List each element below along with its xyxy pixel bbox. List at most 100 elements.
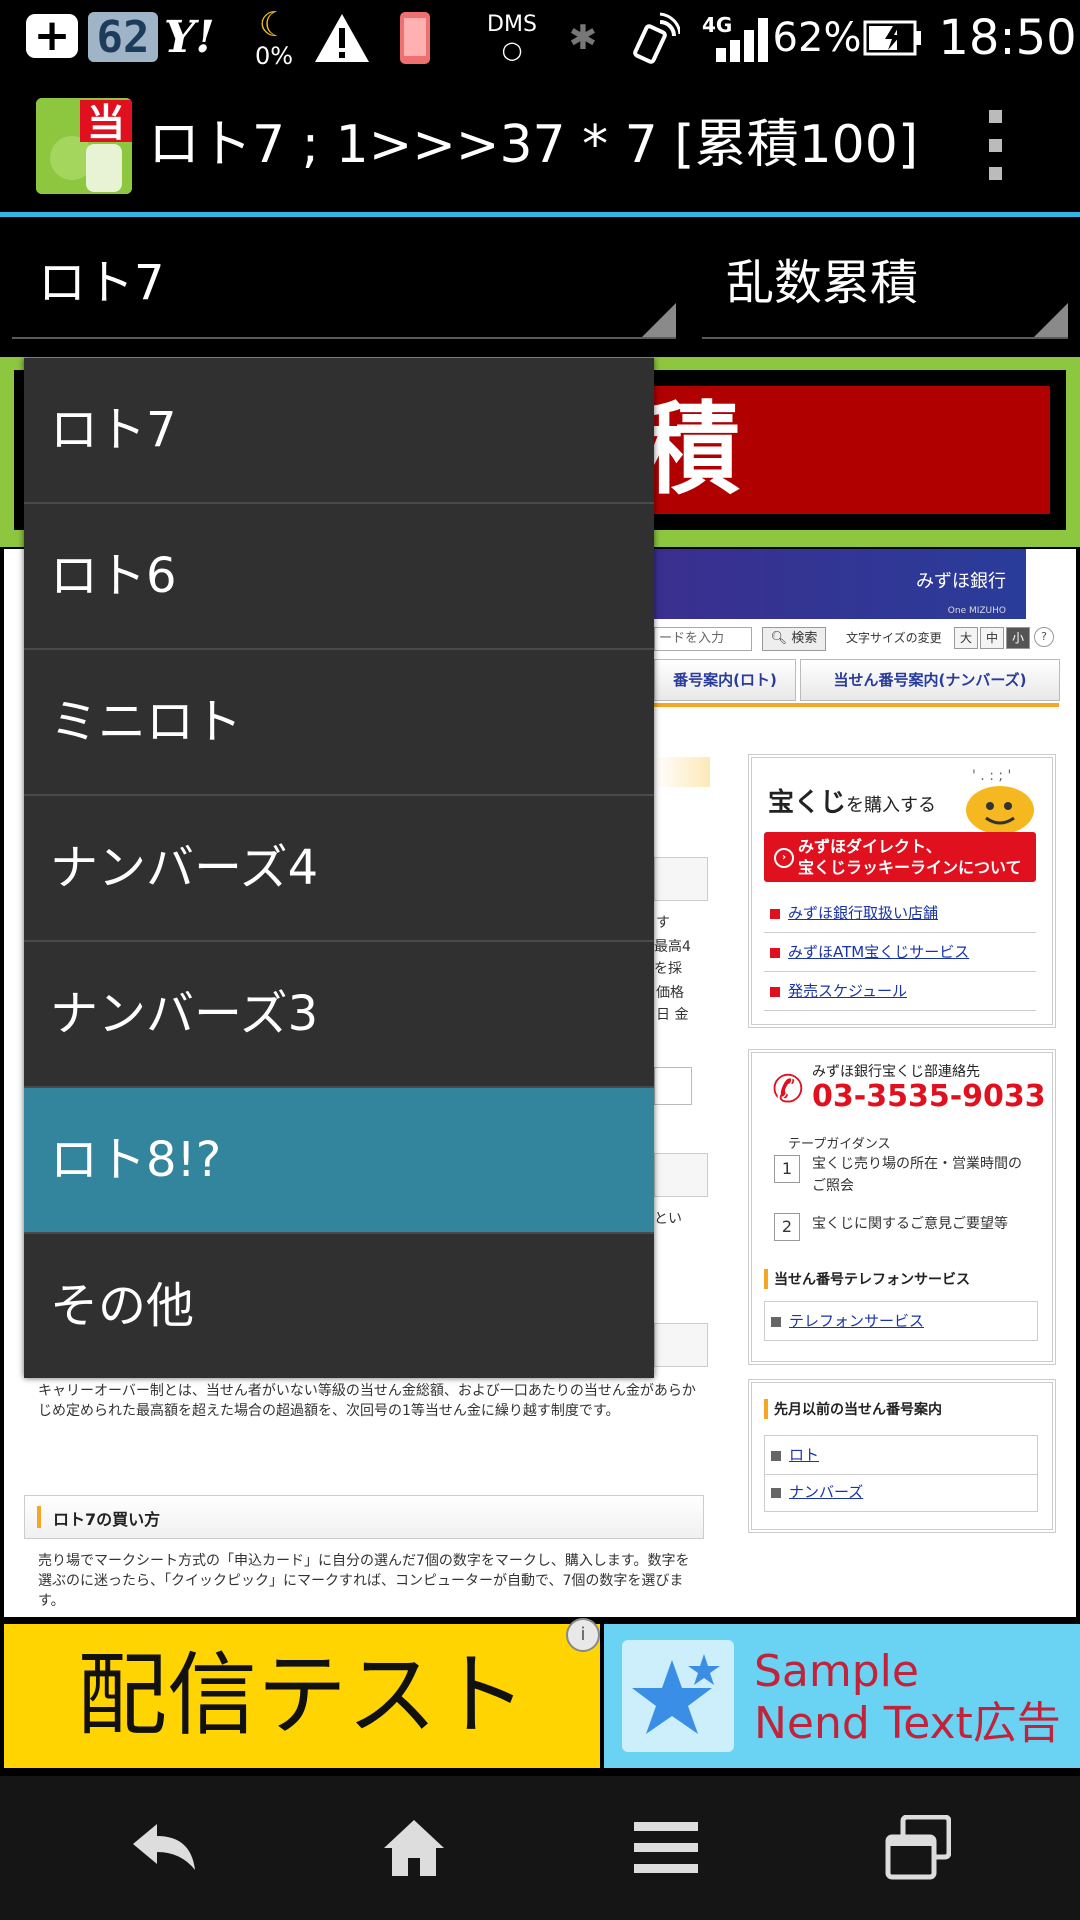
text-fragment: を採 bbox=[654, 961, 682, 977]
bank-subtitle: One MIZUHO bbox=[947, 606, 1006, 616]
guidance-number: 1 bbox=[774, 1155, 800, 1183]
tab-loto-results[interactable]: 番号案内(ロト) bbox=[654, 659, 796, 701]
game-spinner[interactable]: ロト7 bbox=[12, 217, 676, 345]
link-branches[interactable]: みずほ銀行取扱い店舗 bbox=[764, 894, 1036, 933]
font-size-large-button[interactable]: 大 bbox=[954, 627, 978, 649]
ad-left-text: 配信テスト bbox=[77, 1643, 527, 1748]
game-spinner-value: ロト7 bbox=[38, 255, 165, 311]
tel-service-heading: 当せん番号テレフォンサービス bbox=[764, 1269, 970, 1289]
mascot-icon: ' . : ; ' bbox=[962, 766, 1038, 836]
howto-text: 売り場でマークシート方式の「申込カード」に自分の選んだ7個の数字をマークし、購入… bbox=[38, 1553, 690, 1609]
star-icon bbox=[622, 1640, 734, 1752]
text-fragment: 日 金 bbox=[656, 1007, 689, 1023]
bank-name: みずほ銀行 bbox=[916, 571, 1006, 592]
howto-heading: ロト7の買い方 bbox=[53, 1510, 161, 1529]
ad-right-line1: Sample bbox=[754, 1646, 919, 1697]
text-fragment: 最高4 bbox=[654, 939, 691, 955]
dropdown-item-label: ミニロト bbox=[50, 694, 243, 750]
clock: 18:50 bbox=[938, 9, 1077, 66]
dropdown-item-label: ナンバーズ3 bbox=[50, 986, 319, 1042]
dropdown-item-label: ロト7 bbox=[50, 402, 177, 458]
back-button[interactable] bbox=[94, 1776, 234, 1920]
ad-right-line2: Nend Text広告 bbox=[754, 1698, 1061, 1749]
past-results-box: 先月以前の当せん番号案内 ロト ナンバーズ bbox=[748, 1379, 1056, 1533]
site-search-button[interactable]: 🔍︎ 検索 bbox=[762, 627, 826, 651]
guidance-text: 宝くじに関するご意見ご要望等 bbox=[812, 1216, 1008, 1232]
ad-banner-right[interactable]: Sample Nend Text広告 bbox=[604, 1624, 1080, 1768]
yahoo-icon: Y! bbox=[164, 12, 215, 63]
contact-phone-number[interactable]: 03-3535-9033 bbox=[812, 1079, 1046, 1114]
site-search-input[interactable]: ードを入力 bbox=[654, 627, 752, 651]
ad-banner-left[interactable]: 配信テスト bbox=[4, 1624, 600, 1768]
dropdown-item-numbers3[interactable]: ナンバーズ3 bbox=[24, 942, 654, 1088]
dropdown-item-numbers4[interactable]: ナンバーズ4 bbox=[24, 796, 654, 942]
nfc-icon bbox=[626, 0, 684, 75]
dms-label: DMS bbox=[487, 12, 537, 37]
link-tel-service[interactable]: テレフォンサービス bbox=[764, 1301, 1038, 1341]
dropdown-item-label: ロト8!? bbox=[50, 1132, 222, 1188]
mode-spinner[interactable]: 乱数累積 bbox=[702, 217, 1068, 345]
dropdown-item-loto8[interactable]: ロト8!? bbox=[24, 1088, 654, 1234]
dropdown-item-miniloto[interactable]: ミニロト bbox=[24, 650, 654, 796]
home-button[interactable] bbox=[344, 1776, 484, 1920]
spinner-arrow-icon bbox=[1034, 303, 1068, 337]
tape-guidance-label: テープガイダンス bbox=[788, 1137, 891, 1152]
dropdown-item-label: その他 bbox=[50, 1278, 195, 1334]
howto-heading-bar: ロト7の買い方 bbox=[24, 1495, 704, 1539]
mizuho-direct-line2: 宝くじラッキーラインについて bbox=[798, 858, 1022, 877]
content-heading-bar bbox=[654, 1153, 708, 1197]
overflow-menu-icon[interactable] bbox=[980, 110, 1010, 180]
app-icon-char: 当 bbox=[87, 101, 125, 145]
ad-info-icon[interactable]: i bbox=[566, 1618, 600, 1652]
number-badge-icon: 62 bbox=[88, 12, 158, 63]
phone-icon bbox=[395, 0, 435, 75]
link-schedule[interactable]: 発売スケジュール bbox=[764, 972, 1036, 1011]
past-results-heading: 先月以前の当せん番号案内 bbox=[764, 1399, 942, 1419]
content-heading-bar bbox=[654, 1323, 708, 1367]
font-size-small-button[interactable]: 小 bbox=[1006, 627, 1030, 649]
text-fragment: とい bbox=[654, 1211, 682, 1227]
dropdown-item-label: ナンバーズ4 bbox=[50, 840, 319, 896]
content-heading-bar bbox=[654, 857, 708, 901]
carryover-text: キャリーオーバー制とは、当せん者がいない等級の当せん金総額、および一口あたりの当… bbox=[38, 1383, 696, 1419]
tab-numbers-results[interactable]: 当せん番号案内(ナンバーズ) bbox=[800, 659, 1060, 701]
link-past-numbers[interactable]: ナンバーズ bbox=[764, 1473, 1038, 1512]
dropdown-item-loto6[interactable]: ロト6 bbox=[24, 504, 654, 650]
contact-title: みずほ銀行宝くじ部連絡先 bbox=[812, 1064, 980, 1080]
spinner-arrow-icon bbox=[642, 303, 676, 337]
moon-percent: 0% bbox=[254, 41, 294, 70]
bank-header: みずほ銀行 One MIZUHO bbox=[654, 549, 1026, 619]
back-icon bbox=[133, 1824, 195, 1870]
network-type: 4G bbox=[702, 13, 732, 37]
arrow-circle-icon: › bbox=[774, 848, 794, 868]
mode-spinner-underline bbox=[702, 337, 1068, 339]
dropdown-item-loto7[interactable]: ロト7 bbox=[24, 358, 654, 504]
menu-icon bbox=[634, 1822, 698, 1873]
takarakuji-purchase-box: 宝くじを購入する ' . : ; ' › みずほダイレクト、 宝くじラッキーライン… bbox=[748, 754, 1056, 1028]
game-dropdown-list: ロト7 ロト6 ミニロト ナンバーズ4 ナンバーズ3 ロト8!? その他 bbox=[24, 358, 654, 1378]
bullet-icon bbox=[771, 1316, 781, 1327]
tab-underline bbox=[654, 703, 1059, 707]
menu-button[interactable] bbox=[596, 1776, 736, 1920]
signal-icon: 4G bbox=[700, 0, 770, 75]
svg-text:' . : ; ': ' . : ; ' bbox=[972, 768, 1011, 784]
mizuho-direct-button[interactable]: › みずほダイレクト、 宝くじラッキーラインについて bbox=[764, 832, 1036, 882]
site-search-label: 検索 bbox=[791, 631, 818, 646]
link-past-loto[interactable]: ロト bbox=[764, 1435, 1038, 1475]
recent-apps-button[interactable] bbox=[848, 1776, 988, 1920]
ad-right-text: Sample Nend Text広告 bbox=[754, 1646, 1061, 1750]
battery-percent: 62% bbox=[772, 14, 862, 61]
dropdown-item-other[interactable]: その他 bbox=[24, 1234, 654, 1378]
dms-indicator: DMS ○ bbox=[487, 12, 537, 64]
input-box[interactable] bbox=[654, 1067, 692, 1105]
bullet-icon bbox=[770, 908, 780, 919]
font-size-medium-button[interactable]: 中 bbox=[980, 627, 1004, 649]
home-icon bbox=[384, 1820, 444, 1876]
link-atm-service[interactable]: みずほATM宝くじサービス bbox=[764, 933, 1036, 972]
dropdown-item-label: ロト6 bbox=[50, 548, 177, 604]
app-icon[interactable]: 当 bbox=[36, 98, 132, 194]
font-size-label: 文字サイズの変更 bbox=[846, 631, 942, 645]
help-icon[interactable]: ? bbox=[1034, 627, 1054, 647]
text-fragment: 価格 bbox=[656, 985, 684, 1001]
section-header-bar bbox=[654, 757, 710, 787]
